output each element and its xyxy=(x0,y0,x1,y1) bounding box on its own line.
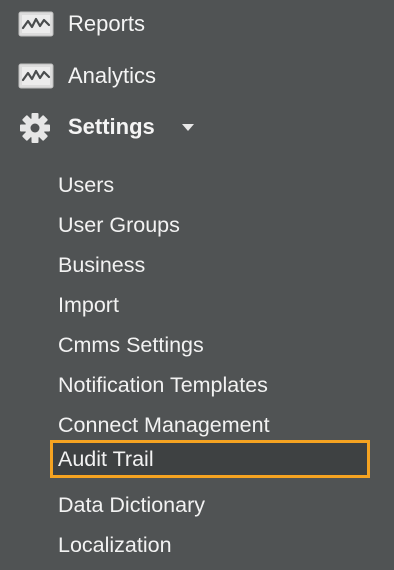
sidebar-nav: Reports Analytics Settings Users User Gr… xyxy=(0,0,394,570)
submenu-item-audit-trail[interactable]: Audit Trail xyxy=(50,440,370,478)
caret-down-icon[interactable] xyxy=(182,124,194,131)
submenu-item-data-dictionary[interactable]: Data Dictionary xyxy=(50,486,370,524)
submenu-item-user-groups[interactable]: User Groups xyxy=(50,206,370,244)
nav-label-settings: Settings xyxy=(68,114,155,139)
submenu-item-label: Data Dictionary xyxy=(58,493,205,517)
submenu-item-users[interactable]: Users xyxy=(50,166,370,204)
submenu-item-label: Import xyxy=(58,293,119,317)
submenu-item-import[interactable]: Import xyxy=(50,286,370,324)
nav-item-settings[interactable]: Settings xyxy=(0,107,394,147)
nav-label-reports: Reports xyxy=(68,11,146,36)
nav-label-analytics: Analytics xyxy=(68,63,157,88)
nav-item-reports[interactable]: Reports xyxy=(0,4,394,44)
submenu-item-label: Notification Templates xyxy=(58,373,268,397)
chart-icon xyxy=(18,63,54,89)
submenu-item-label: Cmms Settings xyxy=(58,333,204,357)
submenu-item-label: Users xyxy=(58,173,115,197)
chart-icon xyxy=(18,11,54,37)
submenu-item-label: Business xyxy=(58,253,146,277)
submenu-item-label: Connect Management xyxy=(58,413,270,437)
submenu-item-connect-management[interactable]: Connect Management xyxy=(50,406,370,444)
submenu-item-label: User Groups xyxy=(58,213,180,237)
nav-item-analytics[interactable]: Analytics xyxy=(0,56,394,96)
submenu-item-business[interactable]: Business xyxy=(50,246,370,284)
gear-icon xyxy=(18,111,52,145)
submenu-item-cmms-settings[interactable]: Cmms Settings xyxy=(50,326,370,364)
submenu-item-label: Audit Trail xyxy=(58,447,154,471)
submenu-item-label: Localization xyxy=(58,533,172,557)
submenu-item-localization[interactable]: Localization xyxy=(50,526,370,564)
submenu-item-notification-templates[interactable]: Notification Templates xyxy=(50,366,370,404)
